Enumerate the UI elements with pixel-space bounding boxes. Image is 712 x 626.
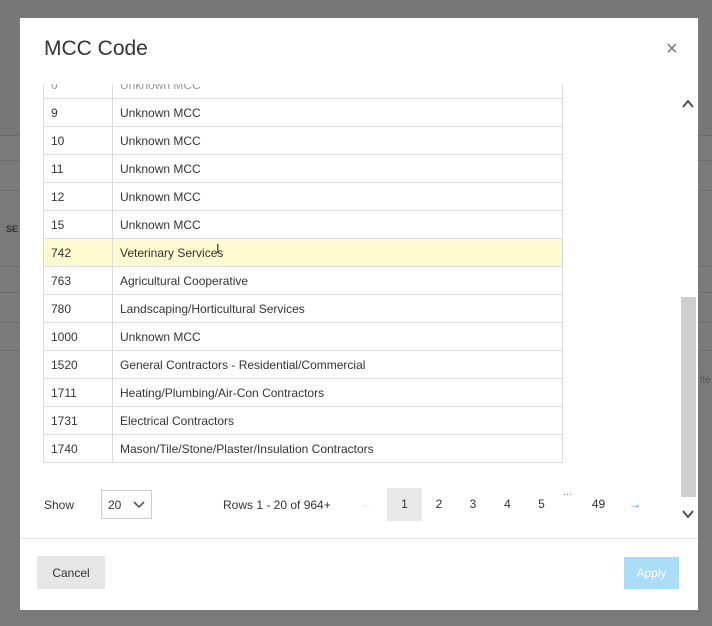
mcc-description-cell: Unknown MCC: [112, 210, 563, 239]
mcc-description-cell: Electrical Contractors: [112, 406, 563, 435]
mcc-code-cell: 1520: [43, 350, 113, 379]
mcc-code-cell: 1740: [43, 434, 113, 463]
mcc-list-scroll-area[interactable]: 0 Unknown MCC 9 Unknown MCC 10 Unknown MCC 11 U…: [20, 84, 678, 538]
background-left-fragment: SE: [6, 224, 19, 234]
modal-header: MCC Code ×: [20, 18, 698, 84]
modal-body: 0 Unknown MCC 9 Unknown MCC 10 Unknown MCC 11 U…: [20, 84, 698, 538]
scrollbar-thumb[interactable]: [681, 297, 696, 497]
apply-button[interactable]: Apply: [624, 557, 679, 589]
chevron-down-icon[interactable]: [682, 508, 694, 520]
mcc-table: 0 Unknown MCC 9 Unknown MCC 10 Unknown MCC 11 U…: [43, 84, 563, 463]
mcc-description-cell: Unknown MCC: [112, 84, 563, 99]
mcc-code-cell: 9: [43, 98, 113, 127]
mcc-description-cell: Agricultural Cooperative: [112, 266, 563, 295]
table-row[interactable]: 9 Unknown MCC: [43, 98, 563, 127]
mcc-code-cell: 1000: [43, 322, 113, 351]
page-button[interactable]: 3: [456, 488, 490, 521]
arrow-left-icon: ←: [360, 497, 372, 511]
mcc-code-cell: 780: [43, 294, 113, 323]
mcc-description-cell: Unknown MCC: [112, 182, 563, 211]
page-button[interactable]: 1: [387, 488, 422, 521]
mcc-code-modal: MCC Code × 0 Unknown MCC 9 Unknown MCC 10 Unk…: [20, 18, 698, 610]
text-cursor-icon: I: [216, 241, 220, 256]
table-row[interactable]: 742 Veterinary Services: [43, 238, 563, 267]
pagination-bar: Show 20 Rows 1 - 20 of 964+ ← 1 2 3 4 5 …: [20, 486, 678, 528]
page-size-select[interactable]: 20: [101, 490, 152, 519]
mcc-description-cell: Mason/Tile/Stone/Plaster/Insulation Cont…: [112, 434, 563, 463]
mcc-description-cell: Unknown MCC: [112, 98, 563, 127]
mcc-description-cell: Landscaping/Horticultural Services: [112, 294, 563, 323]
rows-info: Rows 1 - 20 of 964+: [223, 498, 331, 512]
mcc-description-cell: Unknown MCC: [112, 126, 563, 155]
background-right-fragment: lte: [700, 375, 711, 386]
vertical-scrollbar[interactable]: [678, 84, 698, 538]
modal-footer: Cancel Apply: [20, 538, 698, 610]
table-row[interactable]: 1740 Mason/Tile/Stone/Plaster/Insulation …: [43, 434, 563, 463]
page-button[interactable]: 5: [525, 488, 558, 521]
table-row[interactable]: 12 Unknown MCC: [43, 182, 563, 211]
page-size-value: 20: [108, 498, 122, 512]
mcc-description-cell: Heating/Plumbing/Air-Con Contractors: [112, 378, 563, 407]
mcc-code-cell: 742: [43, 238, 113, 267]
mcc-code-cell: 10: [43, 126, 113, 155]
close-icon[interactable]: ×: [666, 38, 678, 61]
table-row[interactable]: 1711 Heating/Plumbing/Air-Con Contractors: [43, 378, 563, 407]
table-row[interactable]: 1731 Electrical Contractors: [43, 406, 563, 435]
page-button[interactable]: 4: [490, 488, 525, 521]
next-page-button[interactable]: →: [619, 488, 651, 521]
prev-page-button[interactable]: ←: [351, 488, 381, 521]
table-row[interactable]: 0 Unknown MCC: [43, 84, 563, 99]
arrow-right-icon: →: [629, 497, 641, 511]
page-button[interactable]: 2: [422, 488, 456, 521]
table-row[interactable]: 15 Unknown MCC: [43, 210, 563, 239]
mcc-code-cell: 0: [43, 84, 113, 99]
mcc-code-cell: 1711: [43, 378, 113, 407]
table-row[interactable]: 763 Agricultural Cooperative: [43, 266, 563, 295]
show-label: Show: [44, 498, 75, 512]
mcc-description-cell: Unknown MCC: [112, 322, 563, 351]
table-row[interactable]: 1520 General Contractors - Residential/Co…: [43, 350, 563, 379]
mcc-code-cell: 12: [43, 182, 113, 211]
chevron-up-icon[interactable]: [682, 98, 694, 110]
modal-title: MCC Code: [44, 37, 148, 60]
mcc-code-cell: 15: [43, 210, 113, 239]
table-row[interactable]: 11 Unknown MCC: [43, 154, 563, 183]
mcc-code-cell: 1731: [43, 406, 113, 435]
page-button[interactable]: 49: [581, 488, 616, 521]
chevron-down-icon: [133, 501, 145, 509]
mcc-code-cell: 11: [43, 154, 113, 183]
table-row[interactable]: 10 Unknown MCC: [43, 126, 563, 155]
mcc-description-cell: Veterinary Services: [112, 238, 563, 267]
cancel-button[interactable]: Cancel: [37, 556, 105, 589]
mcc-code-cell: 763: [43, 266, 113, 295]
mcc-description-cell: Unknown MCC: [112, 154, 563, 183]
pagination-ellipsis: ...: [563, 486, 573, 498]
table-row[interactable]: 1000 Unknown MCC: [43, 322, 563, 351]
mcc-description-cell: General Contractors - Residential/Commer…: [112, 350, 563, 379]
table-row[interactable]: 780 Landscaping/Horticultural Services: [43, 294, 563, 323]
